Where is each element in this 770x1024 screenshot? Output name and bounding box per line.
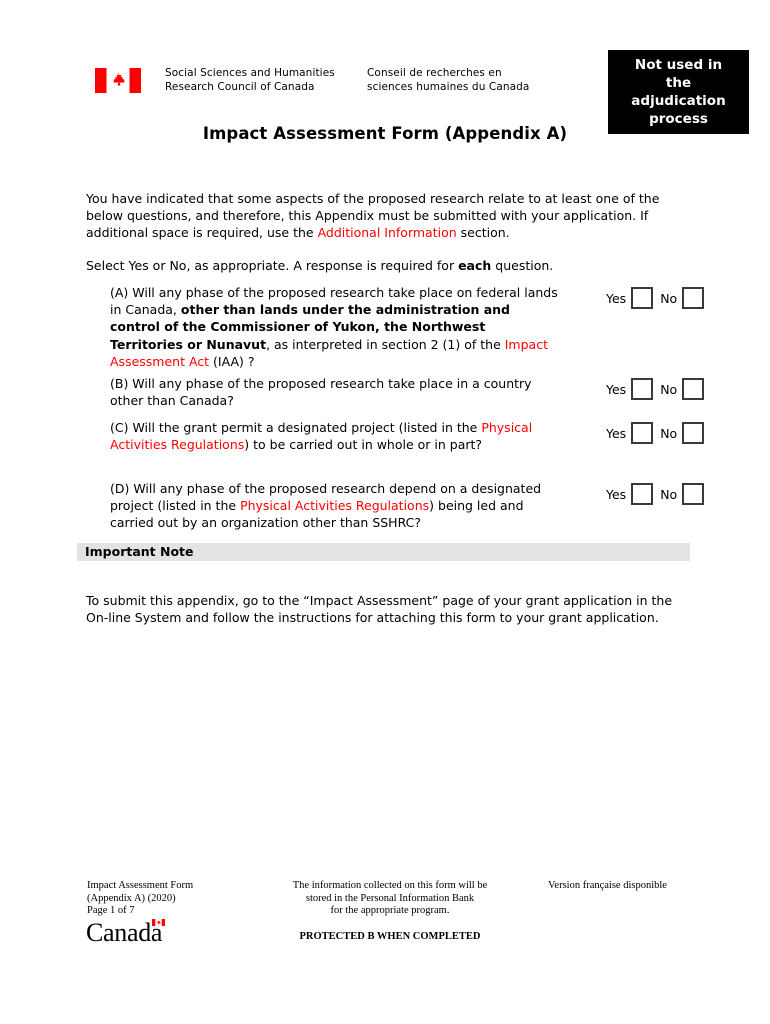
page-header: Social Sciences and Humanities Research … [0, 28, 770, 134]
answer-group-a: Yes No [606, 287, 705, 309]
intro-text: You have indicated that some aspects of … [86, 190, 678, 274]
notice-box-text: Not used in the adjudication process [631, 57, 726, 127]
intro-p2-text-after: question. [491, 257, 554, 273]
yes-label-b: Yes [606, 381, 627, 397]
footer-form-reference: Impact Assessment Form (Appendix A) (202… [87, 880, 194, 917]
canada-wordmark-text: Canada [86, 918, 163, 947]
question-text-segment: (C) Will the grant permit a designated p… [110, 420, 482, 435]
no-label-d: No [660, 486, 678, 502]
regulation-link[interactable]: Physical Activities Regulations [240, 498, 429, 513]
question-text-b: (B) Will any phase of the proposed resea… [110, 375, 562, 409]
question-text-segment: , as interpreted in section 2 (1) of the [266, 336, 505, 352]
checkbox-no-b[interactable] [682, 378, 705, 400]
no-label-a: No [660, 290, 678, 306]
intro-paragraph-2: Select Yes or No, as appropriate. A resp… [86, 257, 678, 274]
sshrc-signature-french: Conseil de recherches en sciences humain… [367, 67, 530, 93]
question-text-a: (A) Will any phase of the proposed resea… [110, 284, 562, 370]
sshrc-signature-english: Social Sciences and Humanities Research … [165, 67, 335, 93]
intro-paragraph-1: You have indicated that some aspects of … [86, 190, 678, 242]
checkbox-yes-a[interactable] [631, 287, 654, 309]
important-note-heading: Important Note [85, 544, 194, 559]
footer-protected-classification: PROTECTED B WHEN COMPLETED [299, 931, 481, 942]
checkbox-yes-b[interactable] [631, 378, 654, 400]
important-note-body: To submit this appendix, go to the “Impa… [86, 593, 673, 626]
question-text-segment: ) to be carried out in whole or in part? [244, 437, 483, 453]
answer-group-b: Yes No [606, 378, 705, 400]
checkbox-yes-c[interactable] [631, 422, 654, 444]
yes-label-d: Yes [606, 486, 627, 502]
answer-group-c: Yes No [606, 422, 705, 444]
answer-group-d: Yes No [606, 483, 705, 505]
additional-information-link[interactable]: Additional Information [318, 225, 457, 240]
checkbox-no-c[interactable] [682, 422, 705, 444]
not-used-in-adjudication-notice: Not used in the adjudication process [608, 50, 749, 134]
checkbox-no-d[interactable] [682, 483, 705, 505]
question-text-c: (C) Will the grant permit a designated p… [110, 419, 562, 453]
question-text-segment: (IAA) ? [209, 353, 255, 369]
intro-p2-emphasis: each [458, 257, 492, 273]
footer-french-version-link[interactable]: Version française disponible [548, 880, 667, 893]
page-title: Impact Assessment Form (Appendix A) [202, 124, 568, 143]
checkbox-no-a[interactable] [682, 287, 705, 309]
yes-label-c: Yes [606, 425, 627, 441]
intro-p2-text-before: Select Yes or No, as appropriate. A resp… [86, 257, 459, 273]
question-text-segment: (B) Will any phase of the proposed resea… [110, 376, 532, 409]
intro-p1-text-after: section. [456, 225, 510, 241]
canada-flag-icon [95, 68, 141, 93]
canada-wordmark: Canada [86, 918, 166, 947]
question-text-d: (D) Will any phase of the proposed resea… [110, 480, 562, 532]
canada-wordmark-flag-icon [152, 919, 166, 926]
no-label-b: No [660, 381, 678, 397]
yes-label-a: Yes [606, 290, 627, 306]
no-label-c: No [660, 425, 678, 441]
checkbox-yes-d[interactable] [631, 483, 654, 505]
important-note-heading-bar: Important Note [77, 543, 690, 561]
footer-privacy-notice: The information collected on this form w… [292, 880, 488, 917]
